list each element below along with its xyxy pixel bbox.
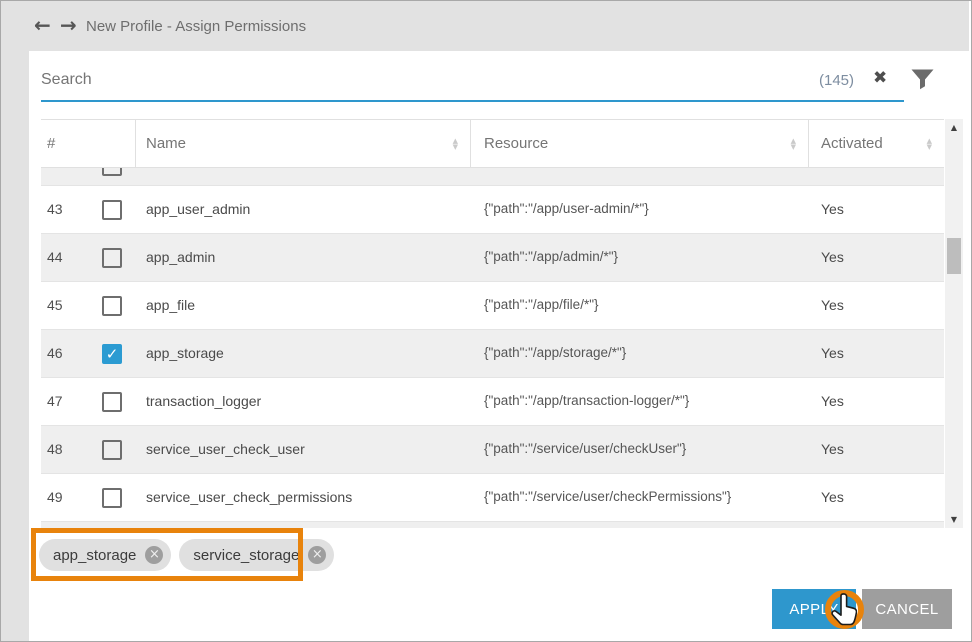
row-name: service_user_check_permissions — [146, 489, 352, 505]
row-checkbox[interactable] — [102, 296, 122, 316]
column-header[interactable]: Resource ▲▼ — [471, 120, 809, 167]
row-name: app_admin — [146, 249, 215, 265]
sort-icon[interactable]: ▲▼ — [453, 138, 458, 150]
table-row[interactable]: 45 app_file {"path":"/app/file/*"} Yes — [41, 282, 944, 330]
forward-arrow-icon[interactable]: → — [60, 12, 77, 38]
row-number: 47 — [47, 393, 63, 409]
column-label: Activated — [821, 135, 883, 152]
row-activated: Yes — [821, 345, 844, 361]
chip-remove-icon[interactable]: × — [145, 546, 163, 564]
row-checkbox[interactable] — [102, 440, 122, 460]
table-row[interactable]: 48 service_user_check_user {"path":"/ser… — [41, 426, 944, 474]
back-arrow-icon[interactable]: ← — [34, 12, 51, 38]
row-name: app_file — [146, 297, 195, 313]
left-gutter — [1, 51, 29, 642]
column-header[interactable]: # — [41, 120, 136, 167]
row-number: 46 — [47, 345, 63, 361]
row-number: 49 — [47, 489, 63, 505]
row-checkbox[interactable]: ✓ — [102, 344, 122, 364]
chip-label: app_storage — [53, 547, 136, 564]
row-activated: Yes — [821, 393, 844, 409]
partial-row-above — [41, 168, 944, 186]
search-input[interactable] — [41, 59, 904, 102]
row-name: service_user_check_user — [146, 441, 305, 457]
row-name: app_user_admin — [146, 201, 250, 217]
table-row[interactable]: 46 ✓ app_storage {"path":"/app/storage/*… — [41, 330, 944, 378]
chip-remove-icon[interactable]: × — [308, 546, 326, 564]
row-activated: Yes — [821, 489, 844, 505]
filter-icon[interactable] — [911, 69, 934, 95]
row-number: 48 — [47, 441, 63, 457]
table-row[interactable]: 47 transaction_logger {"path":"/app/tran… — [41, 378, 944, 426]
scrollbar-thumb[interactable] — [947, 238, 961, 274]
row-name: app_storage — [146, 345, 224, 361]
row-resource: {"path":"/app/storage/*"} — [484, 345, 626, 360]
sort-icon[interactable]: ▲▼ — [927, 138, 932, 150]
row-checkbox[interactable] — [102, 248, 122, 268]
assign-permissions-dialog: ← → New Profile - Assign Permissions (14… — [0, 0, 972, 642]
row-name: transaction_logger — [146, 393, 261, 409]
column-label: # — [47, 135, 55, 152]
row-activated: Yes — [821, 297, 844, 313]
column-header[interactable]: Name ▲▼ — [136, 120, 471, 167]
row-checkbox[interactable] — [102, 200, 122, 220]
row-activated: Yes — [821, 201, 844, 217]
scroll-down-icon[interactable]: ▼ — [945, 515, 963, 524]
clear-search-icon[interactable]: ✖ — [873, 68, 887, 88]
column-header[interactable]: Activated ▲▼ — [809, 120, 944, 167]
row-resource: {"path":"/service/user/checkPermissions"… — [484, 489, 731, 504]
apply-button[interactable]: APPLY — [772, 589, 856, 629]
row-activated: Yes — [821, 249, 844, 265]
partial-row-below — [41, 522, 944, 528]
scroll-up-icon[interactable]: ▲ — [945, 123, 963, 132]
row-number: 43 — [47, 201, 63, 217]
table-row[interactable]: 43 app_user_admin {"path":"/app/user-adm… — [41, 186, 944, 234]
row-activated: Yes — [821, 441, 844, 457]
permissions-table-body: 43 app_user_admin {"path":"/app/user-adm… — [41, 186, 944, 522]
result-count: (145) — [819, 72, 854, 89]
vertical-scrollbar[interactable]: ▲ ▼ — [945, 119, 963, 528]
row-resource: {"path":"/app/admin/*"} — [484, 249, 618, 264]
row-resource: {"path":"/service/user/checkUser"} — [484, 441, 686, 456]
column-label: Name — [146, 135, 186, 152]
chip-label: service_storage — [193, 547, 299, 564]
row-number: 44 — [47, 249, 63, 265]
column-label: Resource — [484, 135, 548, 152]
row-checkbox[interactable] — [102, 392, 122, 412]
table-row[interactable]: 49 service_user_check_permissions {"path… — [41, 474, 944, 522]
selected-tags-list: app_storage × service_storage × — [39, 539, 342, 571]
clipped-checkbox — [102, 168, 122, 176]
table-header: # Name ▲▼ Resource ▲▼ Activated ▲▼ — [41, 119, 944, 168]
row-resource: {"path":"/app/transaction-logger/*"} — [484, 393, 689, 408]
page-title: New Profile - Assign Permissions — [86, 18, 306, 35]
table-row[interactable]: 44 app_admin {"path":"/app/admin/*"} Yes — [41, 234, 944, 282]
selected-permission-chip: service_storage × — [179, 539, 334, 571]
sort-icon[interactable]: ▲▼ — [791, 138, 796, 150]
row-checkbox[interactable] — [102, 488, 122, 508]
cancel-button[interactable]: CANCEL — [862, 589, 952, 629]
row-number: 45 — [47, 297, 63, 313]
row-resource: {"path":"/app/file/*"} — [484, 297, 599, 312]
selected-permission-chip: app_storage × — [39, 539, 171, 571]
row-resource: {"path":"/app/user-admin/*"} — [484, 201, 649, 216]
